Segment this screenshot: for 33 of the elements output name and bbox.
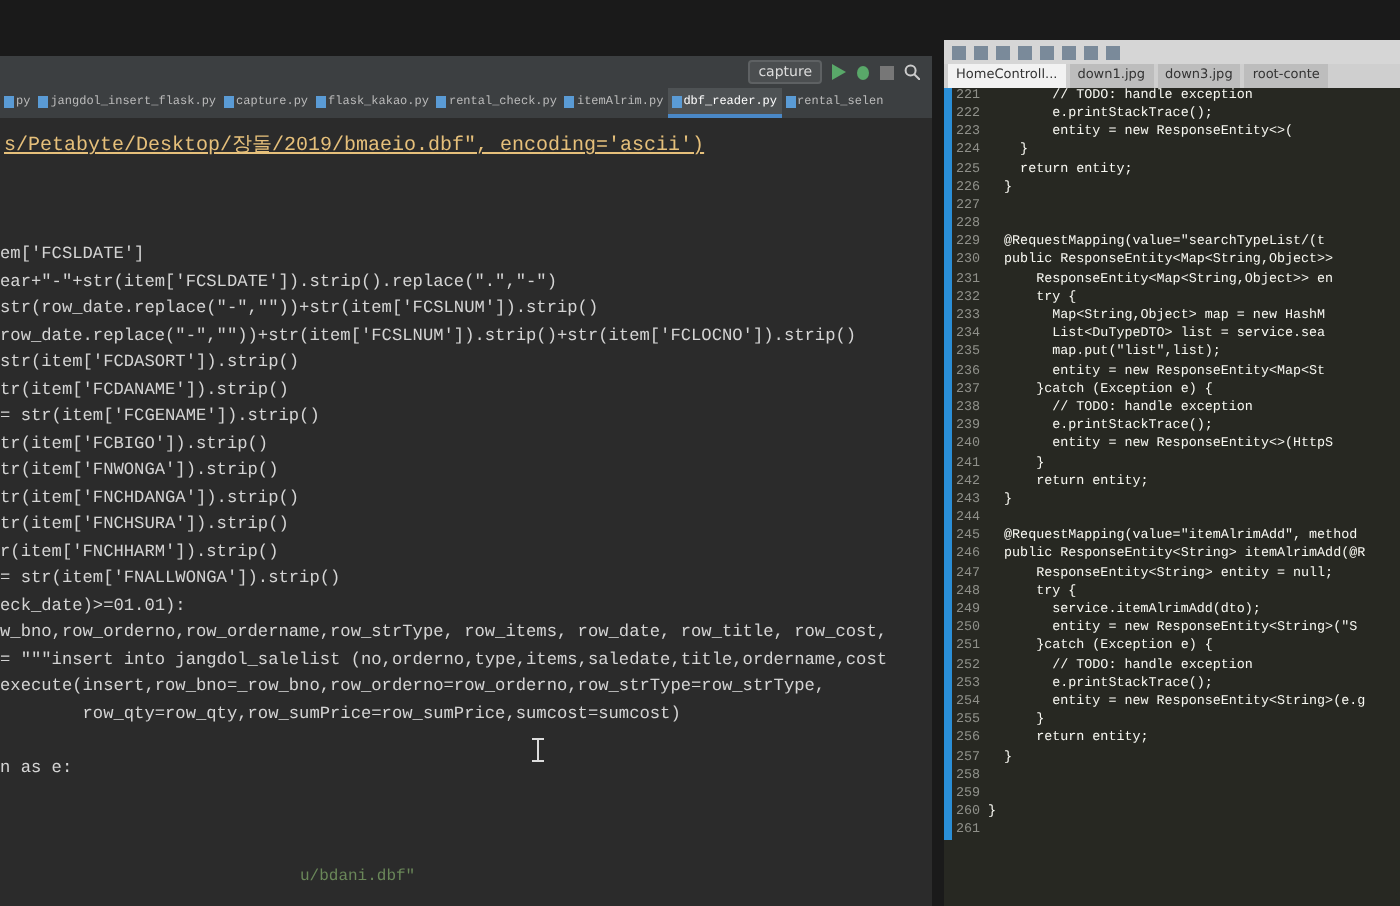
code-line: execute(insert,row_bno=_row_bno,row_orderno=row_orderno,row_strType=row_strType,: [0, 674, 826, 700]
code-line: tr(item['FCBIGO']).strip(): [0, 431, 269, 457]
code-line: w_bno,row_orderno,row_ordername,row_strType, row_items, row_date, row_title, row_cost,: [0, 620, 888, 646]
file-icon: [564, 95, 575, 107]
file-icon: [785, 95, 796, 107]
file-icon: [224, 95, 235, 107]
search-icon[interactable]: [904, 64, 920, 80]
code-line: str(item['FCDASORT']).strip(): [0, 350, 300, 376]
code-line: str(row_date.replace("-",""))+str(item['FCSLNUM']).strip(): [0, 296, 599, 322]
code-line: tr(item['FNWONGA']).strip(): [0, 458, 279, 484]
code-line: ear+"-"+str(item['FCSLDATE']).strip().replace(".","-"): [0, 269, 557, 295]
code-line: n as e:: [0, 755, 73, 781]
file-icon: [316, 95, 327, 107]
file-icon: [4, 95, 14, 107]
code-line: tr(item['FCDANAME']).strip(): [0, 377, 289, 403]
code-line: s/Petabyte/Desktop/장돌/2019/bmaeio.dbf", encoding='ascii'): [2, 133, 707, 162]
code-line: = str(item['FCGENAME']).strip(): [0, 404, 320, 430]
code-line: = str(item['FNALLWONGA']).strip(): [0, 566, 341, 592]
code-line: eck_date)>=01.01):: [0, 593, 186, 619]
code-line: tr(item['FNCHDANGA']).strip(): [0, 485, 300, 511]
play-icon[interactable]: [832, 64, 846, 80]
file-icon: [38, 95, 49, 107]
code-line: u/bdani.dbf": [298, 866, 418, 890]
code-line: r(item['FNCHHARM']).strip(): [0, 539, 279, 565]
text-cursor-icon: [532, 738, 544, 762]
code-line: = """insert into jangdol_salelist (no,orderno,type,items,saledate,title,ordername,cost: [0, 647, 888, 673]
file-icon: [671, 95, 682, 107]
code-line: row_date.replace("-",""))+str(item['FCSLNUM']).strip()+str(item['FCLOCNO']).strip(): [0, 323, 857, 349]
file-icon: [436, 95, 447, 107]
code-line: tr(item['FNCHSURA']).strip(): [0, 512, 289, 538]
code-line: em['FCSLDATE']: [0, 242, 145, 268]
code-line: row_qty=row_qty,row_sumPrice=row_sumPrice,sumcost=sumcost): [80, 701, 681, 727]
stop-icon[interactable]: [880, 65, 894, 79]
